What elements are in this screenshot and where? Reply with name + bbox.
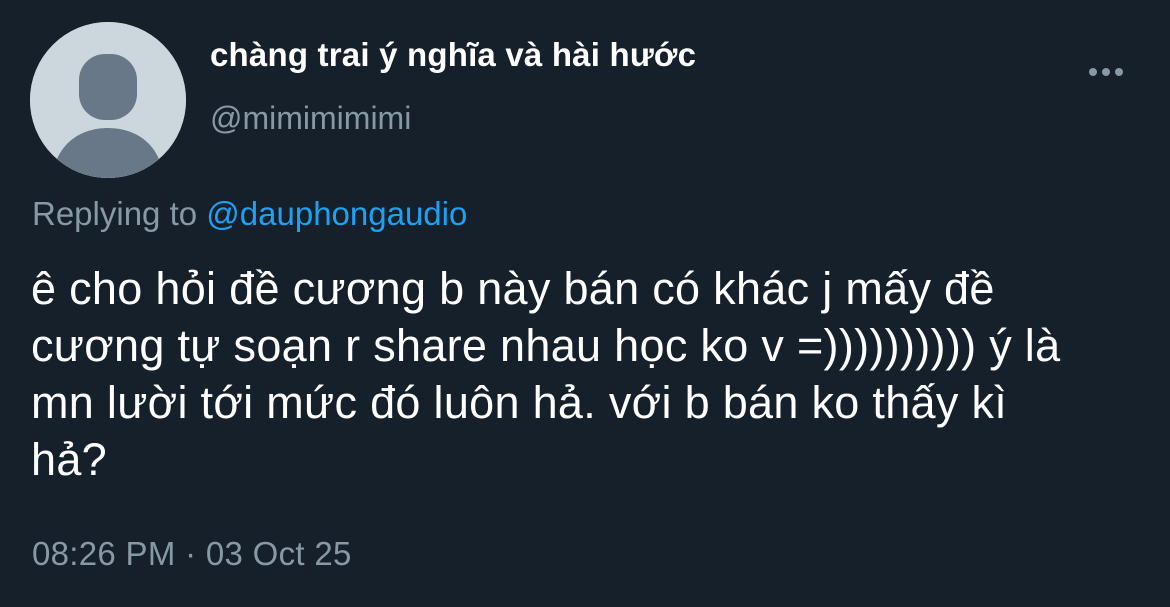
tweet-body-line: cương tự soạn r share nhau học ko v =)))… — [31, 320, 1061, 371]
reply-mention-link[interactable]: @dauphongaudio — [206, 195, 467, 232]
avatar[interactable] — [30, 22, 186, 178]
author-display-name[interactable]: chàng trai ý nghĩa và hài hước — [210, 36, 696, 74]
more-horizontal-icon — [1089, 68, 1123, 76]
tweet-body-line: mn lười tới mức đó luôn hả. với b bán ko… — [31, 377, 1008, 428]
default-avatar-icon — [30, 22, 186, 178]
tweet-body: ê cho hỏi đề cương b này bán có khác j m… — [31, 260, 1156, 488]
replying-to-line: Replying to @dauphongaudio — [32, 195, 467, 233]
author-handle[interactable]: @mimimimimi — [210, 100, 411, 137]
tweet-body-line: ê cho hỏi đề cương b này bán có khác j m… — [31, 263, 995, 314]
tweet-card: chàng trai ý nghĩa và hài hước @mimimimi… — [0, 0, 1170, 607]
tweet-timestamp[interactable]: 08:26 PM · 03 Oct 25 — [32, 535, 352, 573]
replying-to-label: Replying to — [32, 195, 198, 232]
more-options-button[interactable] — [1082, 56, 1130, 88]
tweet-body-line: hả? — [31, 434, 107, 485]
